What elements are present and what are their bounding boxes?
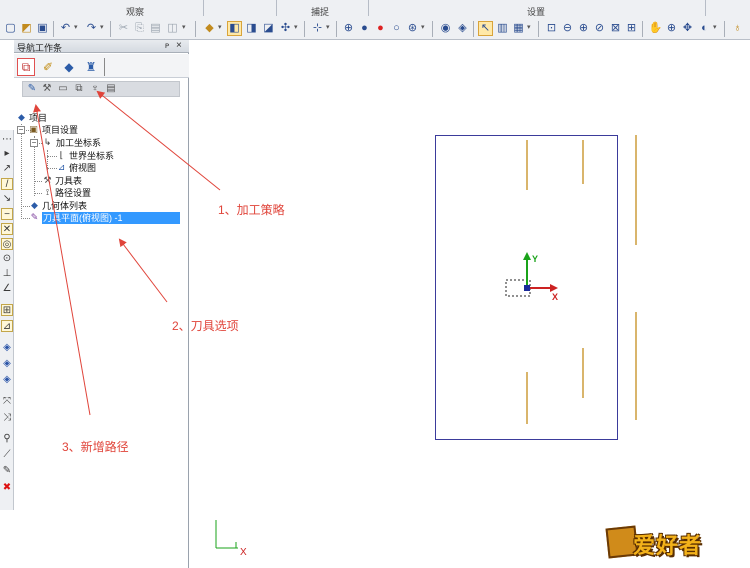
annotation-machining-strategy: 1、加工策略 [218,203,285,217]
logo-text: 爱好者 [633,534,703,559]
arrow-strategy [96,90,221,191]
arrow-tool-options [118,238,168,303]
annotation-arrows [33,90,221,416]
annotation-tool-options: 2、刀具选项 [172,319,239,333]
watermark-logo: 爱好者 [605,523,732,561]
annotation-new-path: 3、新增路径 [62,440,129,454]
arrow-new-path [33,104,91,416]
